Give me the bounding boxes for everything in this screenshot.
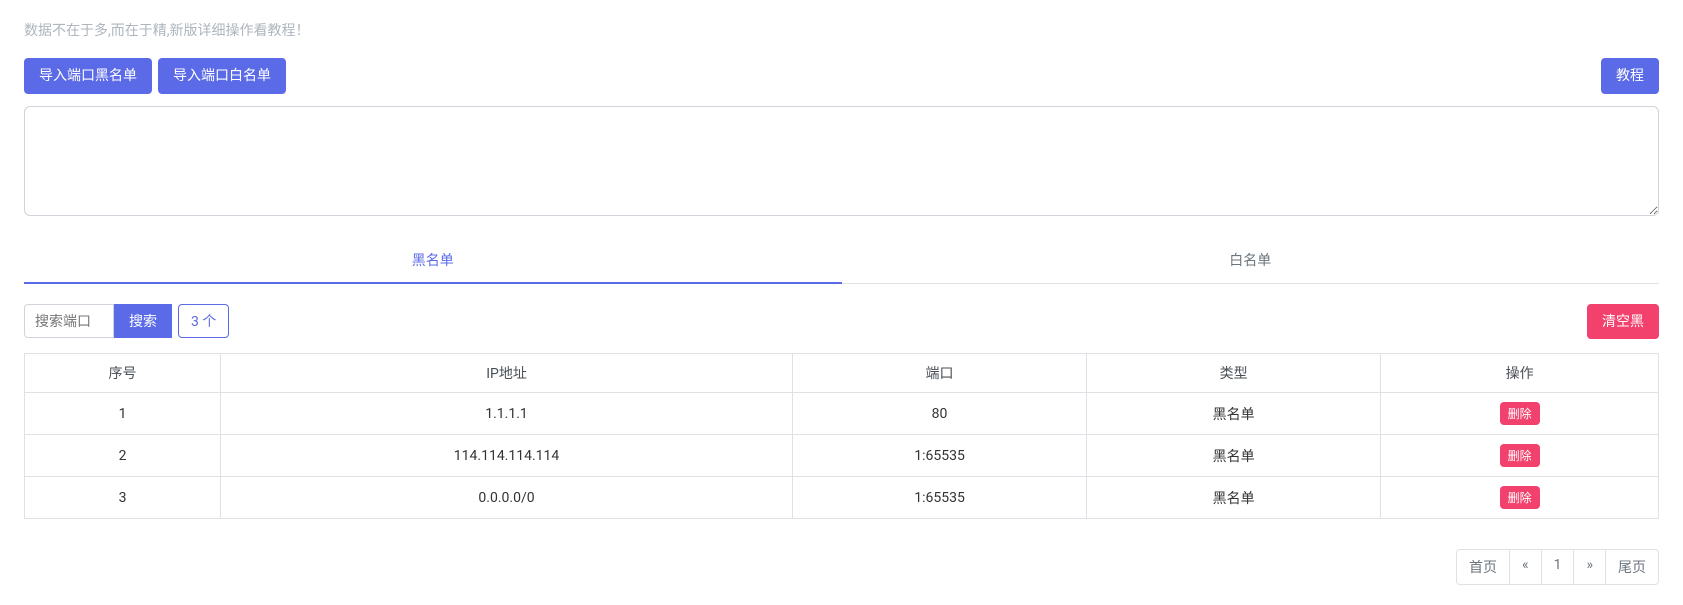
search-button[interactable]: 搜索	[114, 304, 172, 338]
cell-type: 黑名单	[1087, 393, 1381, 435]
th-port: 端口	[792, 354, 1086, 393]
tab-blacklist[interactable]: 黑名单	[24, 238, 842, 284]
import-blacklist-button[interactable]: 导入端口黑名单	[24, 58, 152, 94]
delete-row-button[interactable]: 删除	[1500, 486, 1540, 509]
search-row: 搜索 3 个 清空黑	[24, 304, 1659, 340]
cell-type: 黑名单	[1087, 477, 1381, 519]
search-input-group: 搜索 3 个	[24, 304, 229, 338]
list-tabs: 黑名单 白名单	[24, 238, 1659, 284]
top-button-row: 导入端口黑名单 导入端口白名单 教程	[24, 58, 1659, 94]
search-port-input[interactable]	[24, 304, 114, 338]
bulk-input-wrapper	[24, 106, 1659, 220]
table-row: 3 0.0.0.0/0 1:65535 黑名单 删除	[25, 477, 1659, 519]
cell-seq: 3	[25, 477, 221, 519]
import-whitelist-button[interactable]: 导入端口白名单	[158, 58, 286, 94]
cell-ip: 114.114.114.114	[221, 435, 793, 477]
th-op: 操作	[1381, 354, 1659, 393]
page-last[interactable]: 尾页	[1605, 549, 1659, 585]
table-row: 1 1.1.1.1 80 黑名单 删除	[25, 393, 1659, 435]
result-count-badge: 3 个	[178, 304, 229, 338]
cell-op: 删除	[1381, 477, 1659, 519]
cell-type: 黑名单	[1087, 435, 1381, 477]
cell-ip: 0.0.0.0/0	[221, 477, 793, 519]
tutorial-button[interactable]: 教程	[1601, 58, 1659, 94]
cell-op: 删除	[1381, 393, 1659, 435]
hint-text: 数据不在于多,而在于精,新版详细操作看教程！	[24, 20, 1659, 40]
clear-blacklist-button[interactable]: 清空黑	[1587, 304, 1659, 340]
page-next[interactable]: »	[1573, 549, 1606, 585]
table-header-row: 序号 IP地址 端口 类型 操作	[25, 354, 1659, 393]
delete-row-button[interactable]: 删除	[1500, 402, 1540, 425]
th-seq: 序号	[25, 354, 221, 393]
table-row: 2 114.114.114.114 1:65535 黑名单 删除	[25, 435, 1659, 477]
cell-port: 1:65535	[792, 435, 1086, 477]
cell-ip: 1.1.1.1	[221, 393, 793, 435]
page-current[interactable]: 1	[1541, 549, 1575, 585]
port-table: 序号 IP地址 端口 类型 操作 1 1.1.1.1 80 黑名单 删除 2 1…	[24, 353, 1659, 519]
cell-seq: 2	[25, 435, 221, 477]
th-ip: IP地址	[221, 354, 793, 393]
th-type: 类型	[1087, 354, 1381, 393]
bulk-input-textarea[interactable]	[24, 106, 1659, 216]
cell-op: 删除	[1381, 435, 1659, 477]
delete-row-button[interactable]: 删除	[1500, 444, 1540, 467]
tab-whitelist[interactable]: 白名单	[842, 238, 1660, 284]
page-prev[interactable]: «	[1509, 549, 1542, 585]
cell-port: 1:65535	[792, 477, 1086, 519]
cell-seq: 1	[25, 393, 221, 435]
page-first[interactable]: 首页	[1456, 549, 1510, 585]
cell-port: 80	[792, 393, 1086, 435]
pagination: 首页 « 1 » 尾页	[24, 549, 1659, 585]
import-button-group: 导入端口黑名单 导入端口白名单	[24, 58, 286, 94]
